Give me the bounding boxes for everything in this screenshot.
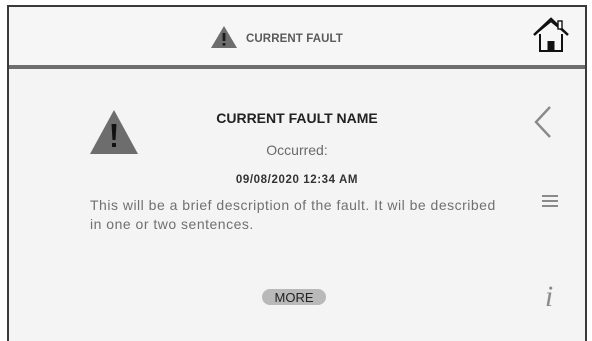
hamburger-menu-icon xyxy=(541,193,559,214)
home-icon xyxy=(532,16,570,59)
warning-triangle-icon xyxy=(210,25,238,54)
back-button[interactable] xyxy=(528,105,558,139)
fault-timestamp: 09/08/2020 12:34 AM xyxy=(235,174,359,186)
info-icon: i xyxy=(544,280,554,313)
menu-button[interactable] xyxy=(535,188,565,218)
fault-name: CURRENT FAULT NAME xyxy=(216,110,378,126)
more-button[interactable]: MORE xyxy=(262,289,326,305)
warning-triangle-icon xyxy=(88,108,140,156)
home-button[interactable] xyxy=(530,16,572,58)
fault-description: This will be a brief description of the … xyxy=(90,197,496,232)
occurred-label: Occurred: xyxy=(266,142,328,158)
chevron-left-icon xyxy=(532,105,554,144)
header-title-group: CURRENT FAULT xyxy=(210,25,343,53)
header-title: CURRENT FAULT xyxy=(246,33,343,45)
info-button[interactable]: i xyxy=(534,282,564,312)
